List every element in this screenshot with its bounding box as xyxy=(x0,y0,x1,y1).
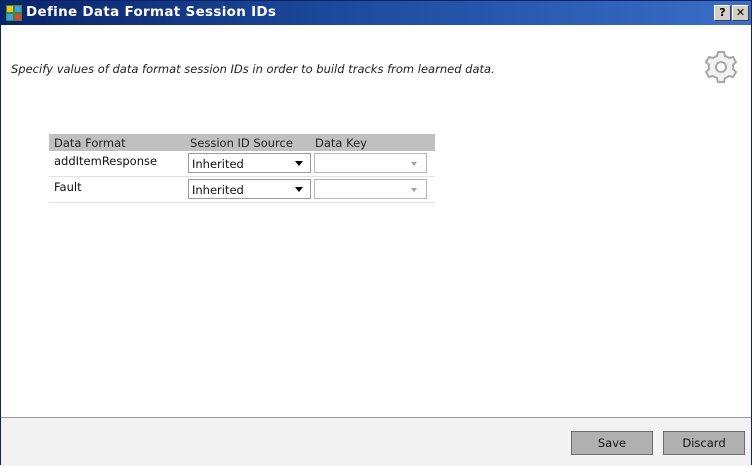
instructions-text: Specify values of data format session ID… xyxy=(11,62,495,76)
table-row: Fault Inherited xyxy=(49,177,435,203)
session-id-source-value: Inherited xyxy=(192,157,244,171)
session-id-source-select[interactable]: Inherited xyxy=(188,179,311,199)
help-button[interactable]: ? xyxy=(714,5,731,21)
dropdown-arrow-icon[interactable] xyxy=(295,187,303,192)
dialog-footer: Save Discard xyxy=(1,417,751,466)
session-id-source-select[interactable]: Inherited xyxy=(188,153,311,173)
session-id-table: Data Format Session ID Source Data Key a… xyxy=(49,134,435,203)
data-key-select[interactable] xyxy=(314,179,427,199)
title-bar[interactable]: Define Data Format Session IDs ? ✕ xyxy=(1,1,751,25)
dropdown-arrow-icon[interactable] xyxy=(295,161,303,166)
dialog-window: Define Data Format Session IDs ? ✕ Speci… xyxy=(0,0,752,466)
dropdown-arrow-icon[interactable] xyxy=(411,188,417,192)
table-row: addItemResponse Inherited xyxy=(49,151,435,177)
table-header: Data Format Session ID Source Data Key xyxy=(49,134,435,151)
data-key-select[interactable] xyxy=(314,153,427,173)
window-title: Define Data Format Session IDs xyxy=(26,4,277,20)
column-header-data-key: Data Key xyxy=(315,136,367,150)
gear-icon xyxy=(704,51,738,83)
app-icon xyxy=(6,5,22,21)
column-header-data-format: Data Format xyxy=(54,136,126,150)
data-format-cell: addItemResponse xyxy=(54,154,158,168)
column-header-session-id-source: Session ID Source xyxy=(190,136,293,150)
close-button[interactable]: ✕ xyxy=(732,5,749,21)
discard-button[interactable]: Discard xyxy=(663,431,745,455)
data-format-cell: Fault xyxy=(54,180,82,194)
session-id-source-value: Inherited xyxy=(192,183,244,197)
save-button[interactable]: Save xyxy=(571,431,653,455)
dropdown-arrow-icon[interactable] xyxy=(411,162,417,166)
